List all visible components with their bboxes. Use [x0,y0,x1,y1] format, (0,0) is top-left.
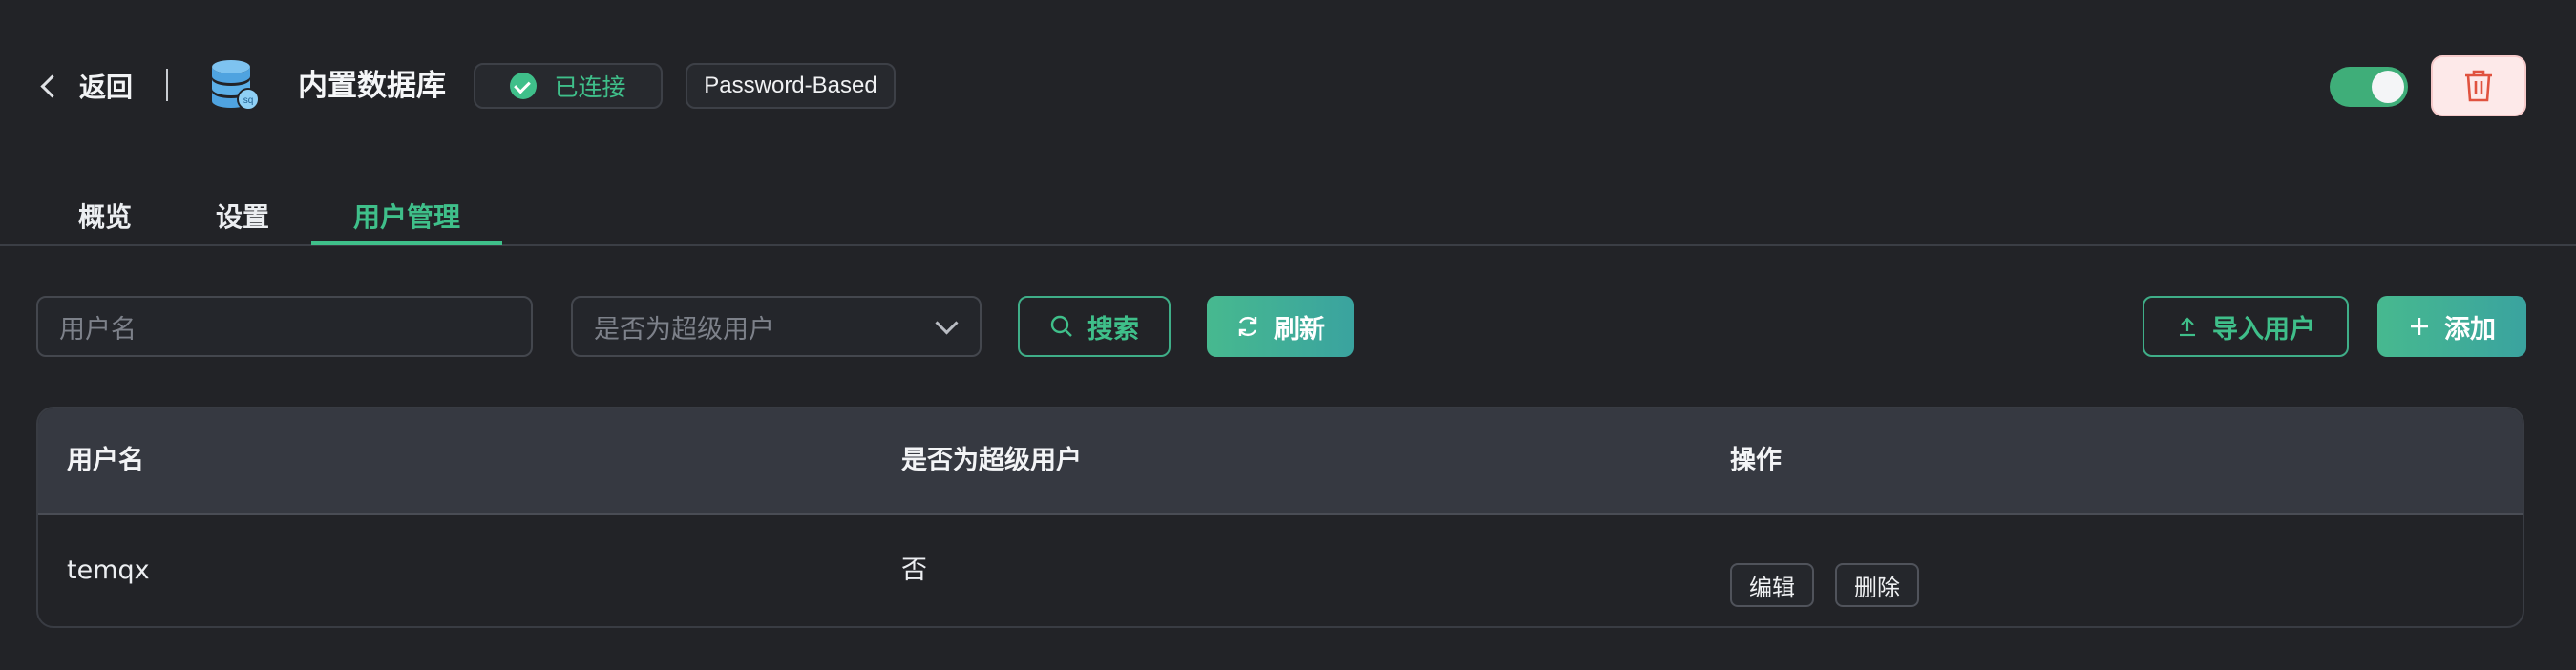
username-input[interactable]: 用户名 [36,296,533,357]
page-title: 内置数据库 [298,69,446,103]
column-header-superuser: 是否为超级用户 [901,446,1082,475]
back-label: 返回 [79,72,134,103]
header-divider [166,69,168,101]
column-header-actions: 操作 [1730,446,1782,475]
back-button[interactable]: 返回 [36,63,133,109]
delete-button[interactable] [2431,55,2526,116]
cell-superuser: 否 [901,555,927,585]
column-header-username: 用户名 [67,446,144,475]
status-text: 已连接 [554,73,626,101]
tab-user-management[interactable]: 用户管理 [311,187,502,244]
status-badge: 已连接 [474,63,663,109]
table-header: 用户名 是否为超级用户 操作 [38,408,2523,515]
active-tab-indicator [311,241,502,245]
refresh-icon [1238,316,1257,337]
import-users-button[interactable]: 导入用户 [2143,296,2349,357]
add-label: 添加 [2444,314,2496,345]
auth-type-badge: Password-Based [686,63,896,109]
superuser-placeholder: 是否为超级用户 [594,314,774,345]
search-icon [1050,315,1072,337]
enable-toggle[interactable] [2330,67,2408,107]
username-placeholder: 用户名 [59,314,137,345]
add-user-button[interactable]: 添加 [2377,296,2526,357]
chevron-left-icon [40,73,64,98]
search-label: 搜索 [1087,314,1139,345]
upload-icon [2180,317,2195,337]
superuser-select[interactable]: 是否为超级用户 [571,296,982,357]
svg-text:sq: sq [243,95,254,106]
plus-icon [2411,318,2428,335]
cell-username: temqx [67,555,150,585]
users-table: 用户名 是否为超级用户 操作 temqx 否 编辑 删除 [36,407,2524,628]
chevron-down-icon [935,310,959,335]
edit-button[interactable]: 编辑 [1730,563,1814,607]
refresh-button[interactable]: 刷新 [1207,296,1354,357]
check-circle-icon [510,73,538,99]
trash-icon [2465,70,2492,102]
tab-settings[interactable]: 设置 [195,187,290,244]
toggle-knob [2372,71,2404,103]
delete-row-button[interactable]: 删除 [1835,563,1919,607]
tab-overview[interactable]: 概览 [57,187,153,244]
refresh-label: 刷新 [1274,314,1325,345]
database-icon: sq [212,60,260,111]
import-label: 导入用户 [2212,314,2315,345]
search-button[interactable]: 搜索 [1018,296,1171,357]
